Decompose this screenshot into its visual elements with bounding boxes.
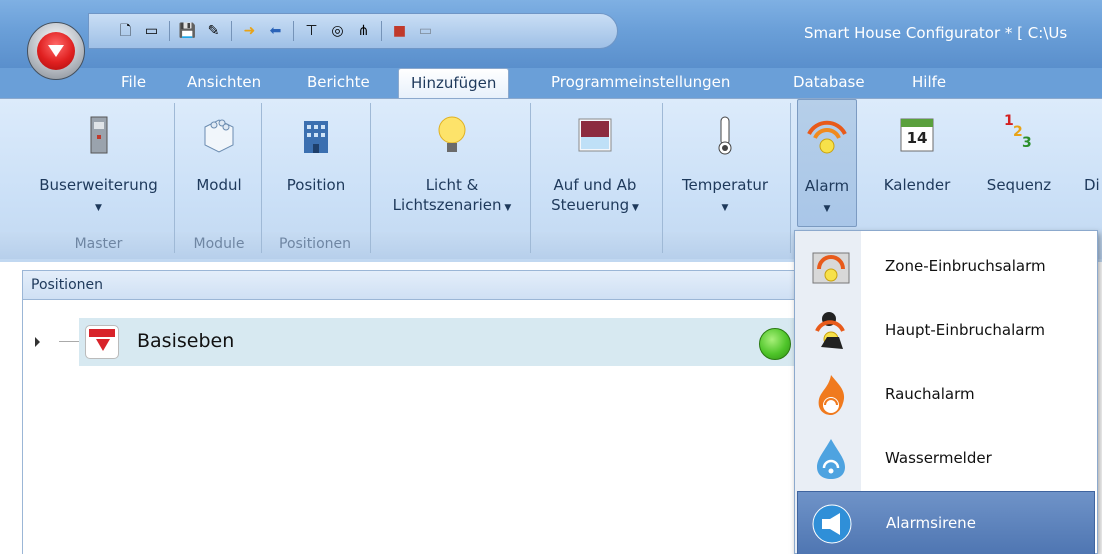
expand-arrow-icon[interactable] <box>35 337 40 347</box>
group-separator <box>261 103 262 253</box>
menu-item-label: Alarmsirene <box>886 514 976 532</box>
menu-item-zone-einbruchsalarm[interactable]: Zone-Einbruchsalarm <box>797 235 1095 299</box>
group-label-positionen: Positionen <box>279 236 351 252</box>
menu-item-label: Rauchalarm <box>885 385 975 403</box>
status-indicator-icon <box>759 328 791 360</box>
monitor-icon[interactable]: ▭ <box>417 23 434 40</box>
positions-tree: Basiseben <box>22 300 809 554</box>
app-menu-button[interactable] <box>27 22 85 80</box>
buserweiterung-button[interactable]: Buserweiterung ▼ <box>26 99 171 227</box>
sequence-icon: 1 2 3 <box>1004 113 1032 151</box>
title-bar: 🗋 ▭ 💾 ✎ ➜ ⬅ ⊤ ◎ ⋔ ■ ▭ Smart House Config… <box>0 0 1102 68</box>
menu-item-wassermelder[interactable]: Wassermelder <box>797 427 1095 491</box>
menu-item-haupt-einbruchalarm[interactable]: Haupt-Einbruchalarm <box>797 299 1095 363</box>
group-separator <box>370 103 371 253</box>
licht-label: Licht & <box>425 176 479 194</box>
alarm-dropdown-menu: Zone-Einbruchsalarm Haupt-Einbruchalarm … <box>794 230 1098 554</box>
toolbar-separator <box>169 21 170 41</box>
kalender-button[interactable]: 14 Kalender <box>874 99 960 227</box>
bus-extension-icon <box>90 116 107 154</box>
siren-icon <box>812 504 852 544</box>
tab-programmeinstellungen[interactable]: Programmeinstellungen <box>551 73 730 91</box>
smoke-alarm-icon <box>818 375 845 415</box>
toolbar-separator <box>381 21 382 41</box>
calendar-day-label: 14 <box>906 129 928 147</box>
save-icon[interactable]: 💾 <box>179 23 196 40</box>
export-icon[interactable]: ⬅ <box>267 23 284 40</box>
module-icon <box>204 119 234 153</box>
sequenz-label: Sequenz <box>986 176 1052 194</box>
import-icon[interactable]: ➜ <box>241 23 258 40</box>
buserweiterung-label: Buserweiterung <box>39 176 158 194</box>
position-button[interactable]: Position <box>268 99 364 227</box>
temperatur-button[interactable]: Temperatur ▼ <box>666 99 784 227</box>
carlo-gavazzi-logo-icon <box>37 32 75 70</box>
network-icon[interactable]: ⋔ <box>355 23 372 40</box>
menu-item-alarmsirene[interactable]: Alarmsirene <box>797 491 1095 554</box>
menu-item-label: Zone-Einbruchsalarm <box>885 257 1046 275</box>
auf-und-ab-button[interactable]: Auf und Ab Steuerung ▼ <box>536 99 654 227</box>
color-icon[interactable]: ■ <box>391 23 408 40</box>
lichtszenarien-label: Lichtszenarien <box>392 196 502 214</box>
menu-item-label: Haupt-Einbruchalarm <box>885 321 1045 339</box>
shutter-icon <box>578 118 612 152</box>
menu-item-label: Wassermelder <box>885 449 992 467</box>
panel-title: Positionen <box>31 277 103 293</box>
light-bulb-icon <box>438 116 466 152</box>
ribbon-tabs: File Ansichten Berichte Hinzufügen Progr… <box>0 68 1102 99</box>
tab-database[interactable]: Database <box>793 73 865 91</box>
tree-node-label: Basiseben <box>137 330 235 352</box>
temperatur-label: Temperatur <box>681 176 769 194</box>
group-label-master: Master <box>74 236 123 252</box>
menu-item-rauchalarm[interactable]: Rauchalarm <box>797 363 1095 427</box>
steuerung-label: Steuerung <box>551 196 630 214</box>
alarm-button[interactable]: Alarm ▼ <box>797 99 857 227</box>
window-title: Smart House Configurator * [ C:\Us <box>804 24 1068 42</box>
group-separator <box>174 103 175 253</box>
alarm-icon <box>807 120 847 154</box>
toolbar-separator <box>231 21 232 41</box>
zone-alarm-icon <box>812 252 850 284</box>
auf-und-ab-label: Auf und Ab <box>553 176 637 194</box>
position-label: Position <box>286 176 346 194</box>
di-label: Di <box>1084 176 1100 194</box>
quick-access-toolbar: 🗋 ▭ 💾 ✎ ➜ ⬅ ⊤ ◎ ⋔ ■ ▭ <box>88 13 618 49</box>
burglar-alarm-icon <box>815 312 845 349</box>
modul-label: Modul <box>196 176 242 194</box>
toolbar-separator <box>293 21 294 41</box>
thermometer-icon <box>718 116 732 155</box>
group-separator <box>530 103 531 253</box>
group-separator <box>662 103 663 253</box>
tab-berichte[interactable]: Berichte <box>307 73 370 91</box>
edit-icon[interactable]: ✎ <box>205 23 222 40</box>
kalender-label: Kalender <box>883 176 951 194</box>
di-button[interactable]: Di <box>1072 99 1102 227</box>
alarm-label: Alarm <box>804 177 850 195</box>
modul-button[interactable]: Modul <box>180 99 258 227</box>
tab-hinzufuegen[interactable]: Hinzufügen <box>398 68 510 99</box>
signal-icon[interactable]: ◎ <box>329 23 346 40</box>
tab-ansichten[interactable]: Ansichten <box>187 73 261 91</box>
sequenz-button[interactable]: 1 2 3 Sequenz <box>976 99 1062 227</box>
antenna-icon[interactable]: ⊤ <box>303 23 320 40</box>
carlo-gavazzi-node-icon <box>85 325 119 359</box>
layout-icon[interactable]: ▭ <box>143 23 160 40</box>
tab-file[interactable]: File <box>121 73 146 91</box>
positionen-panel-header: Positionen <box>22 270 802 300</box>
water-alarm-icon <box>817 439 845 479</box>
group-label-module: Module <box>193 236 245 252</box>
building-icon <box>304 121 328 153</box>
new-doc-icon[interactable]: 🗋 <box>117 23 134 40</box>
licht-button[interactable]: Licht & Lichtszenarien ▼ <box>384 99 520 227</box>
group-separator <box>790 103 791 253</box>
tree-connector <box>59 341 79 342</box>
tab-hilfe[interactable]: Hilfe <box>912 73 946 91</box>
